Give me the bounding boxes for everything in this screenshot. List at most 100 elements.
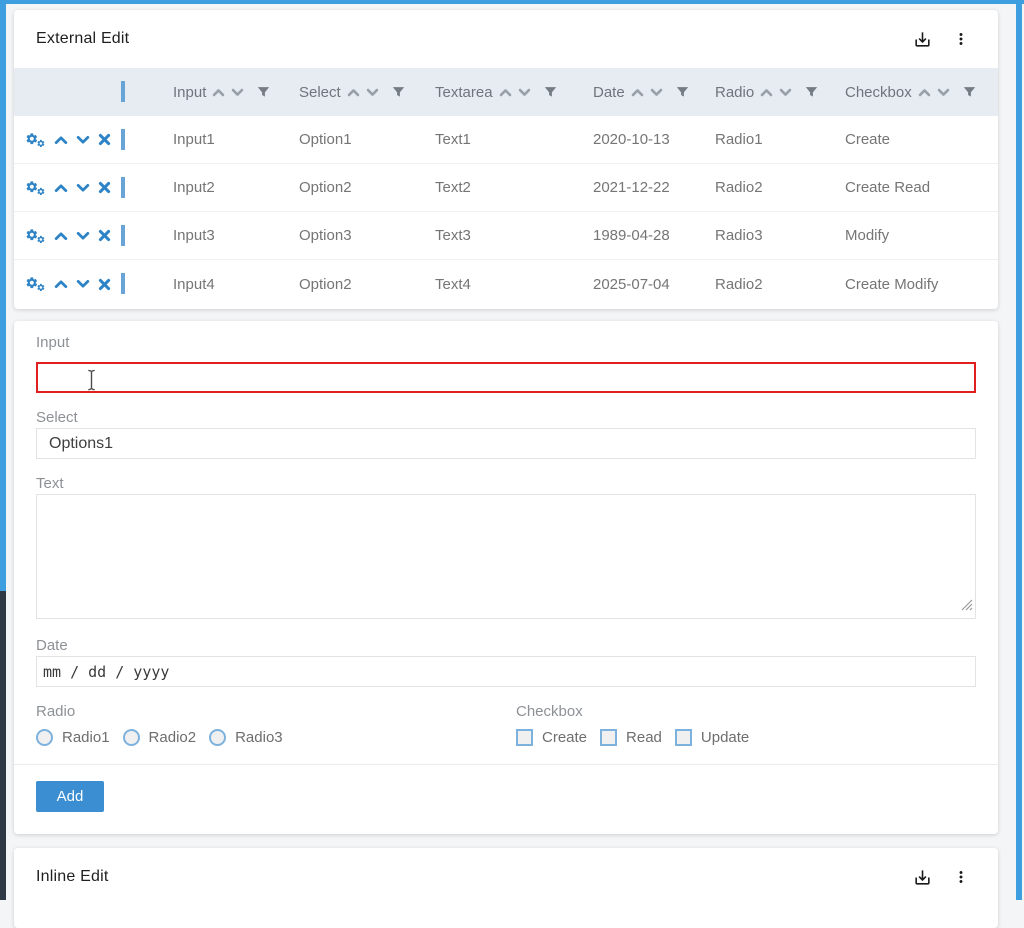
cell-select: Option1: [299, 131, 435, 148]
cell-radio: Radio3: [715, 227, 845, 244]
cell-input: Input1: [173, 131, 299, 148]
settings-icon[interactable]: [25, 180, 46, 196]
cell-date: 2025-07-04: [593, 276, 715, 293]
input-field-label: Input: [36, 321, 976, 351]
move-up-icon[interactable]: [54, 231, 68, 241]
settings-icon[interactable]: [25, 132, 46, 148]
external-edit-header: External Edit: [14, 10, 998, 68]
table-row: Input1 Option1 Text1 2020-10-13 Radio1 C…: [14, 116, 998, 164]
textarea-field[interactable]: [36, 494, 976, 619]
column-header-checkbox: Checkbox: [845, 84, 998, 101]
kebab-menu-icon[interactable]: [952, 868, 970, 886]
right-scrollbar[interactable]: [1016, 0, 1022, 900]
kebab-menu-icon[interactable]: [952, 30, 970, 48]
filter-icon[interactable]: [257, 86, 270, 99]
move-up-icon[interactable]: [54, 279, 68, 289]
filter-icon[interactable]: [544, 86, 557, 99]
checkbox-option-update[interactable]: Update: [675, 729, 749, 746]
date-field[interactable]: mm / dd / yyyy: [36, 656, 976, 687]
date-field-label: Date: [36, 637, 976, 654]
input-field[interactable]: [36, 362, 976, 393]
move-up-icon[interactable]: [54, 135, 68, 145]
sort-down-icon[interactable]: [650, 88, 663, 97]
inline-edit-header: Inline Edit: [14, 848, 998, 906]
row-select-checkbox[interactable]: [121, 129, 125, 150]
text-field-label: Text: [36, 475, 976, 492]
sort-up-icon[interactable]: [212, 88, 225, 97]
radio-option-radio2[interactable]: Radio2: [123, 729, 197, 746]
radio-button[interactable]: [36, 729, 53, 746]
download-icon[interactable]: [913, 30, 932, 49]
checkbox-group-label: Checkbox: [516, 703, 976, 720]
move-down-icon[interactable]: [76, 135, 90, 145]
cell-radio: Radio2: [715, 276, 845, 293]
move-down-icon[interactable]: [76, 183, 90, 193]
row-select-checkbox[interactable]: [121, 177, 125, 198]
form-divider: [14, 764, 998, 765]
filter-icon[interactable]: [963, 86, 976, 99]
move-down-icon[interactable]: [76, 279, 90, 289]
table-row: Input2 Option2 Text2 2021-12-22 Radio2 C…: [14, 164, 998, 212]
cell-checkbox: Create: [845, 131, 998, 148]
download-icon[interactable]: [913, 868, 932, 887]
card-title: Inline Edit: [36, 868, 108, 886]
filter-icon[interactable]: [805, 86, 818, 99]
sort-up-icon[interactable]: [347, 88, 360, 97]
cell-checkbox: Create Read: [845, 179, 998, 196]
move-down-icon[interactable]: [76, 231, 90, 241]
checkbox[interactable]: [600, 729, 617, 746]
sort-up-icon[interactable]: [631, 88, 644, 97]
radio-group-label: Radio: [36, 703, 516, 720]
select-field[interactable]: Options1: [36, 428, 976, 459]
sort-down-icon[interactable]: [779, 88, 792, 97]
checkbox-option-read[interactable]: Read: [600, 729, 662, 746]
cell-date: 2021-12-22: [593, 179, 715, 196]
sort-down-icon[interactable]: [366, 88, 379, 97]
cell-textarea: Text4: [435, 276, 593, 293]
checkbox[interactable]: [516, 729, 533, 746]
cell-textarea: Text2: [435, 179, 593, 196]
delete-icon[interactable]: [98, 181, 111, 194]
card-title: External Edit: [36, 30, 129, 48]
row-select-checkbox[interactable]: [121, 225, 125, 246]
select-all-checkbox[interactable]: [121, 81, 125, 102]
cell-input: Input4: [173, 276, 299, 293]
settings-icon[interactable]: [25, 276, 46, 292]
inline-edit-card: Inline Edit: [14, 848, 998, 928]
filter-icon[interactable]: [676, 86, 689, 99]
radio-button[interactable]: [209, 729, 226, 746]
radio-option-radio3[interactable]: Radio3: [209, 729, 283, 746]
cell-textarea: Text1: [435, 131, 593, 148]
filter-icon[interactable]: [392, 86, 405, 99]
table-row: Input3 Option3 Text3 1989-04-28 Radio3 M…: [14, 212, 998, 260]
cell-select: Option3: [299, 227, 435, 244]
radio-button[interactable]: [123, 729, 140, 746]
resize-grip-icon[interactable]: [961, 598, 973, 616]
sort-down-icon[interactable]: [231, 88, 244, 97]
add-button[interactable]: Add: [36, 781, 104, 812]
cell-input: Input2: [173, 179, 299, 196]
settings-icon[interactable]: [25, 228, 46, 244]
select-field-value: Options1: [49, 435, 113, 453]
cell-radio: Radio1: [715, 131, 845, 148]
move-up-icon[interactable]: [54, 183, 68, 193]
column-header-input: Input: [173, 84, 299, 101]
sort-up-icon[interactable]: [918, 88, 931, 97]
column-header-radio: Radio: [715, 84, 845, 101]
delete-icon[interactable]: [98, 229, 111, 242]
radio-option-radio1[interactable]: Radio1: [36, 729, 110, 746]
cell-checkbox: Create Modify: [845, 276, 998, 293]
sort-up-icon[interactable]: [760, 88, 773, 97]
sort-up-icon[interactable]: [499, 88, 512, 97]
left-edge-dark-strip: [0, 591, 6, 900]
cell-date: 2020-10-13: [593, 131, 715, 148]
checkbox[interactable]: [675, 729, 692, 746]
delete-icon[interactable]: [98, 278, 111, 291]
sort-down-icon[interactable]: [518, 88, 531, 97]
checkbox-option-create[interactable]: Create: [516, 729, 587, 746]
sort-down-icon[interactable]: [937, 88, 950, 97]
table-header-row: Input Select Textarea Date Radio: [14, 68, 998, 116]
cell-select: Option2: [299, 179, 435, 196]
delete-icon[interactable]: [98, 133, 111, 146]
row-select-checkbox[interactable]: [121, 273, 125, 294]
